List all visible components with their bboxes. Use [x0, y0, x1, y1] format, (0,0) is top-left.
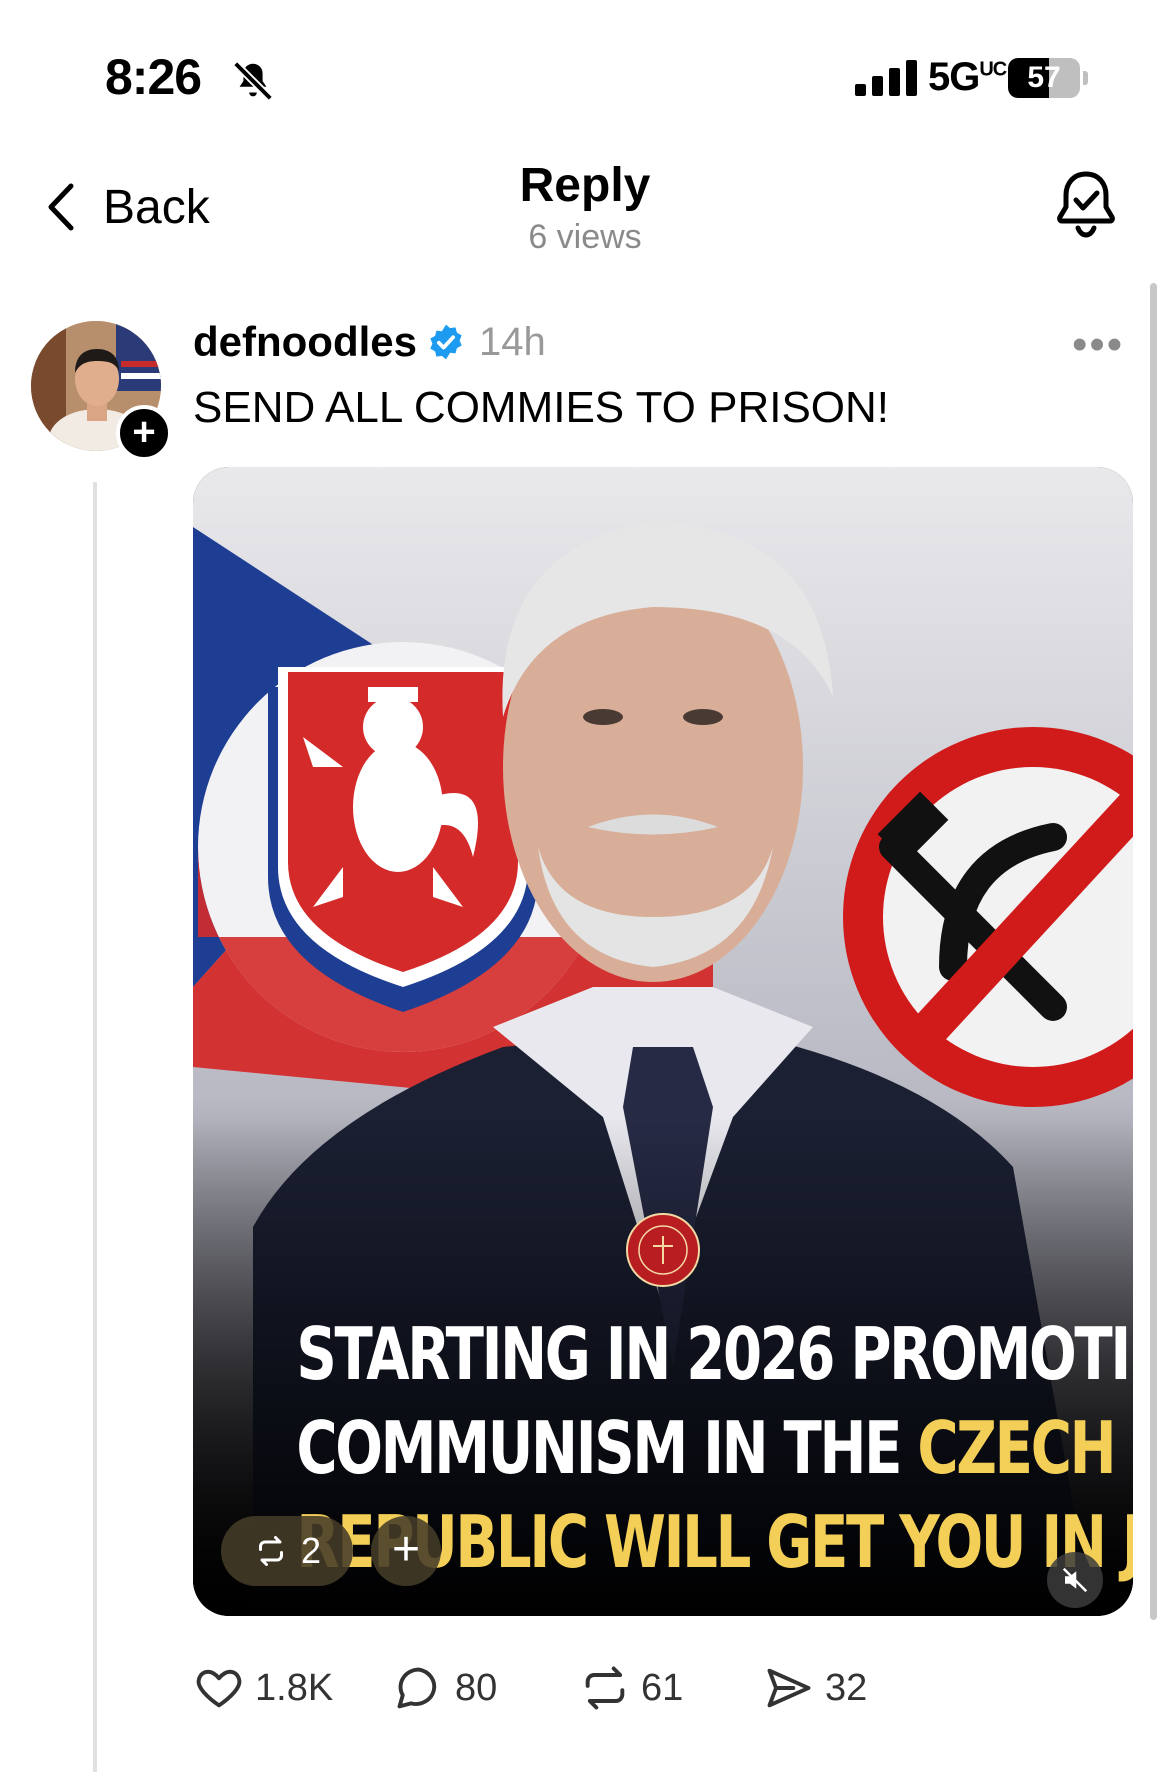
share-count: 32 — [825, 1666, 868, 1709]
post-actions: 1.8K 80 61 32 — [193, 1660, 867, 1716]
follow-button[interactable]: + — [116, 405, 172, 461]
repost-icon — [258, 1536, 283, 1566]
comment-count: 80 — [455, 1666, 498, 1709]
media-repost-count: 2 — [300, 1530, 322, 1571]
caption-line-1: STARTING IN 2026 PROMOTING — [296, 1312, 1133, 1396]
battery-level: 57 — [1027, 61, 1061, 94]
thread-line — [93, 482, 97, 1772]
bell-slash-icon — [233, 61, 273, 101]
mute-button[interactable] — [1047, 1552, 1103, 1608]
trad-west-logo-icon — [626, 1213, 700, 1287]
like-count: 1.8K — [255, 1666, 334, 1709]
comment-button[interactable]: 80 — [393, 1662, 579, 1714]
signal-bars-icon — [855, 60, 917, 96]
post-time: 14h — [479, 319, 546, 364]
share-button[interactable]: 32 — [763, 1662, 867, 1714]
page-title: Reply — [519, 159, 651, 212]
status-time: 8:26 — [105, 49, 202, 105]
repost-count: 61 — [641, 1666, 684, 1709]
network-type: 5GUC — [928, 55, 1007, 99]
send-icon — [767, 1668, 811, 1708]
post-author-row: defnoodles 14h — [193, 318, 546, 366]
repost-button[interactable]: 61 — [579, 1662, 763, 1714]
speaker-muted-icon — [1062, 1567, 1088, 1593]
battery-indicator: 57 — [1008, 58, 1088, 98]
view-count: 6 views — [528, 218, 642, 256]
like-button[interactable]: 1.8K — [193, 1662, 393, 1714]
comment-icon — [397, 1667, 437, 1709]
caption-line-2: COMMUNISM IN THE CZECH — [296, 1406, 1116, 1490]
username[interactable]: defnoodles — [193, 318, 417, 366]
post-text: SEND ALL COMMIES TO PRISON! — [193, 383, 890, 432]
notification-bell-check-icon[interactable] — [1055, 168, 1117, 240]
heart-icon — [196, 1669, 242, 1708]
scrollbar[interactable] — [1150, 283, 1157, 1620]
media-add-button[interactable]: + — [371, 1516, 441, 1586]
verified-badge-icon — [430, 324, 462, 360]
repost-icon — [585, 1666, 625, 1710]
post-media[interactable]: STARTING IN 2026 PROMOTING COMMUNISM IN … — [193, 467, 1133, 1616]
media-repost-button[interactable]: 2 — [221, 1516, 353, 1586]
more-options-icon[interactable]: ••• — [1072, 320, 1124, 370]
